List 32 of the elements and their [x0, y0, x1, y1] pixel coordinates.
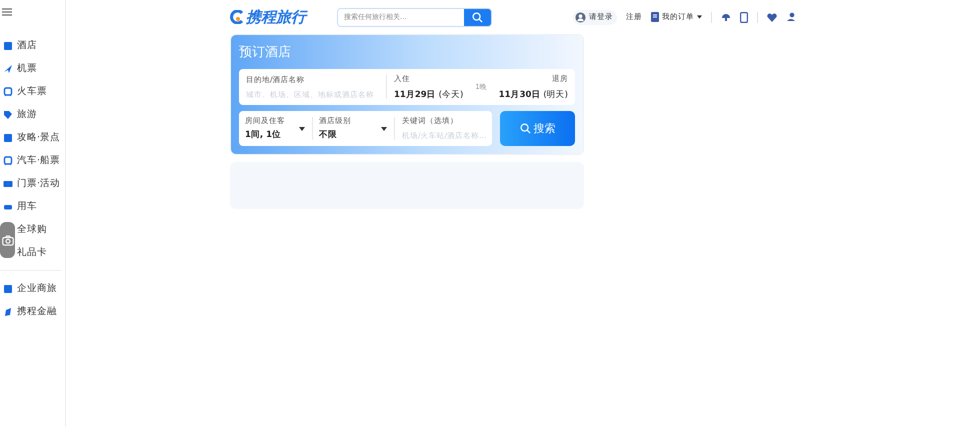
sidebar-item[interactable]: 企业商旅 [0, 277, 65, 300]
search-button[interactable]: 搜索 [500, 111, 575, 146]
search-button[interactable] [464, 8, 491, 26]
sidebar-item[interactable]: 汽车·船票 [0, 149, 65, 172]
heart-icon[interactable] [767, 12, 777, 22]
sidebar-item[interactable]: 门票·活动 [0, 172, 65, 195]
caret-icon [299, 126, 305, 130]
camera-icon [2, 234, 14, 246]
sidebar-item[interactable]: 用车 [0, 195, 65, 218]
phone-icon[interactable] [740, 12, 748, 22]
sidebar-item[interactable]: 火车票 [0, 80, 65, 103]
user-icon [575, 12, 586, 22]
sidebar-item[interactable]: 携程金融 [0, 300, 65, 323]
sidebar-item[interactable]: 攻略·景点 [0, 126, 65, 149]
sidebar-item[interactable]: 礼品卡 [17, 241, 65, 264]
caret-icon [697, 15, 702, 19]
search-icon [472, 12, 483, 22]
tag-icon [3, 110, 13, 120]
sidebar-item[interactable]: 全球购 [17, 218, 65, 241]
sidebar-item[interactable]: 旅游 [0, 103, 65, 126]
camera-button[interactable] [0, 222, 15, 258]
document-icon [651, 12, 659, 22]
logo[interactable]: 携程旅行 [230, 8, 337, 26]
sidebar-item[interactable]: 机票 [0, 57, 65, 80]
sidebar-item[interactable]: 酒店 [0, 34, 65, 57]
card-title: 预订酒店 [239, 44, 292, 61]
person-icon[interactable] [786, 12, 796, 22]
plane-icon [3, 64, 13, 74]
logo-icon [230, 10, 244, 24]
menu-icon[interactable] [2, 8, 12, 16]
search-icon [520, 123, 531, 134]
caret-icon [381, 126, 387, 130]
